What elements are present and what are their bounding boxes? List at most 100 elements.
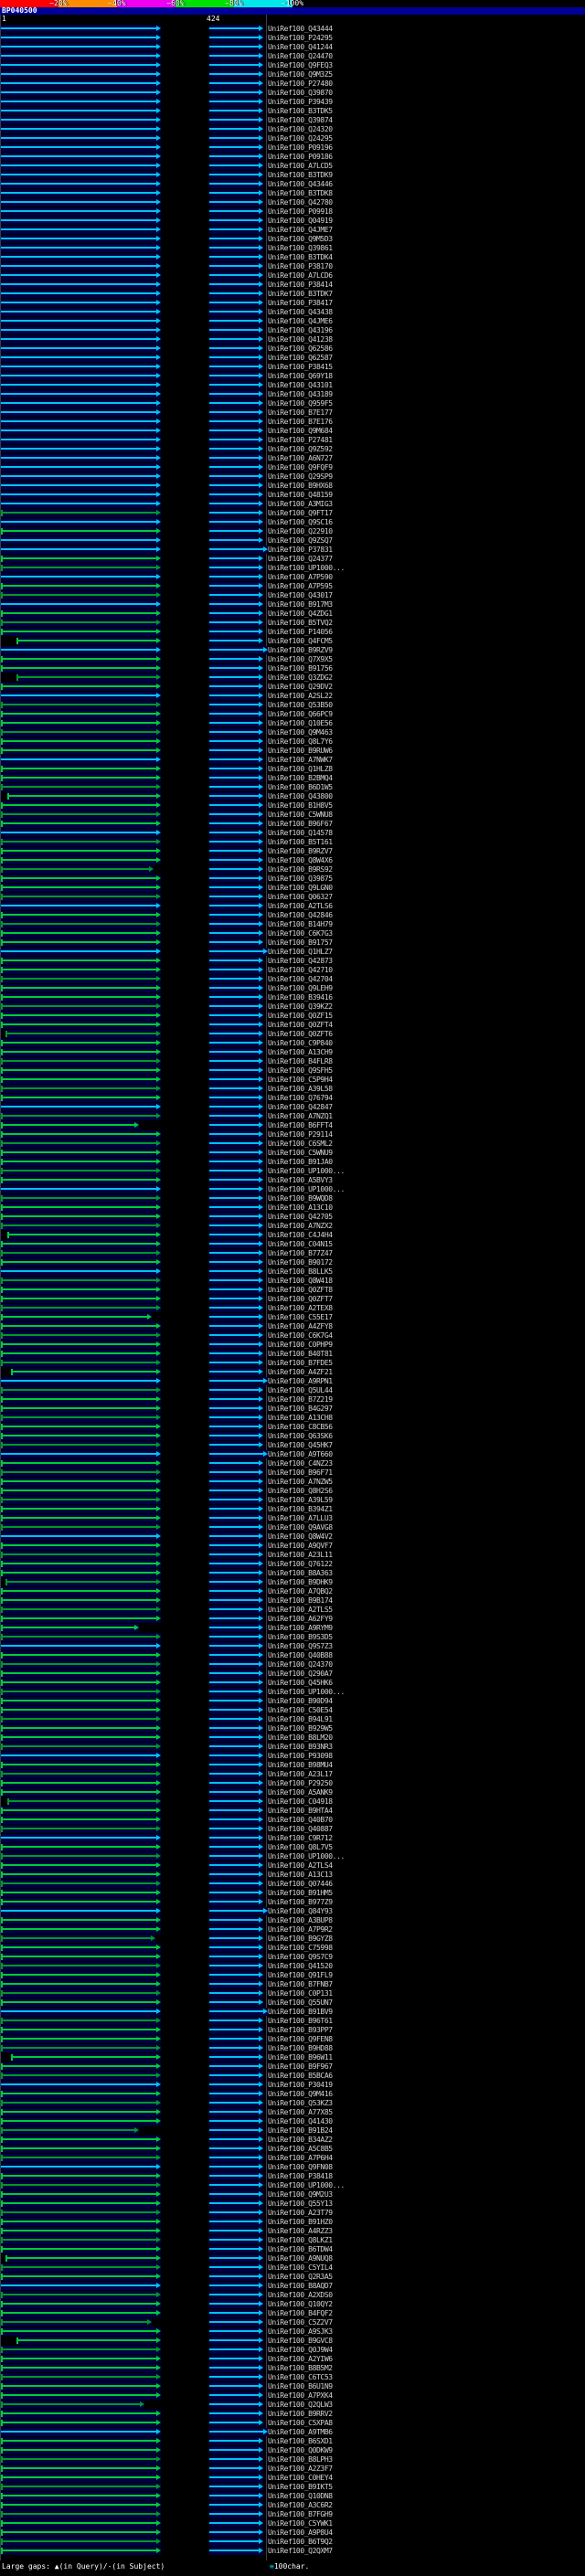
hit-id-link[interactable]: UniRef100_Q8W4X6 [268,856,333,864]
hit-id-link[interactable]: UniRef100_Q69Y18 [268,372,333,380]
alignment-row[interactable]: UniRef100_C5WNU8 [0,811,585,819]
hit-id-link[interactable]: UniRef100_C75998 [268,1944,333,1952]
alignment-row[interactable]: UniRef100_A23T79 [0,2209,585,2217]
hit-id-link[interactable]: UniRef100_Q62586 [268,345,333,353]
alignment-row[interactable]: UniRef100_Q06327 [0,893,585,901]
hit-id-link[interactable]: UniRef100_Q9S7C9 [268,1953,333,1961]
hit-id-link[interactable]: UniRef100_Q24370 [268,1660,333,1669]
alignment-row[interactable]: UniRef100_Q24470 [0,52,585,60]
hit-id-link[interactable]: UniRef100_Q91FL9 [268,1971,333,1979]
hit-id-link[interactable]: UniRef100_P38415 [268,363,333,371]
hit-id-link[interactable]: UniRef100_Q07446 [268,1880,333,1888]
alignment-row[interactable]: UniRef100_P14056 [0,628,585,636]
hit-id-link[interactable]: UniRef100_A6N727 [268,454,333,462]
hit-id-link[interactable]: UniRef100_Q43446 [268,180,333,188]
hit-id-link[interactable]: UniRef100_Q3ZDG2 [268,673,333,682]
hit-id-link[interactable]: UniRef100_Q66PC9 [268,710,333,718]
hit-id-link[interactable]: UniRef100_Q0ZFT4 [268,1021,333,1029]
alignment-row[interactable]: UniRef100_Q9M2U3 [0,2190,585,2199]
hit-id-link[interactable]: UniRef100_Q42705 [268,1213,333,1221]
hit-id-link[interactable]: UniRef100_C5XPA8 [268,2419,333,2427]
hit-id-link[interactable]: UniRef100_A13C13 [268,1871,333,1879]
hit-id-link[interactable]: UniRef100_Q29DV2 [268,683,333,691]
alignment-row[interactable]: UniRef100_C5XPA8 [0,2419,585,2427]
alignment-row[interactable]: UniRef100_Q8L7Y6 [0,737,585,746]
alignment-row[interactable]: UniRef100_A13C13 [0,1871,585,1879]
hit-id-link[interactable]: UniRef100_A2TLS4 [268,1861,333,1870]
hit-id-link[interactable]: UniRef100_A9NUQ8 [268,2254,333,2263]
alignment-row[interactable]: UniRef100_P29114 [0,1130,585,1139]
alignment-row[interactable]: UniRef100_Q8W418 [0,1277,585,1285]
hit-id-link[interactable]: UniRef100_P38170 [268,262,333,270]
alignment-row[interactable]: UniRef100_A2TEX8 [0,1304,585,1312]
hit-id-link[interactable]: UniRef100_B9GYZ8 [268,1935,333,1943]
alignment-row[interactable]: UniRef100_Q9FEQ3 [0,61,585,69]
alignment-row[interactable]: UniRef100_B94L91 [0,1715,585,1723]
alignment-row[interactable]: UniRef100_A4ZFY8 [0,1322,585,1330]
alignment-row[interactable]: UniRef100_Q959F5 [0,399,585,408]
hit-id-link[interactable]: UniRef100_B977Z9 [268,1898,333,1906]
alignment-row[interactable]: UniRef100_UP1000... [0,1167,585,1175]
alignment-row[interactable]: UniRef100_B7E176 [0,418,585,426]
alignment-row[interactable]: UniRef100_B91HM5 [0,1889,585,1897]
hit-id-link[interactable]: UniRef100_Q290A7 [268,1670,333,1678]
hit-id-link[interactable]: UniRef100_Q9AVG8 [268,1523,333,1532]
hit-id-link[interactable]: UniRef100_A9T660 [268,1450,333,1458]
alignment-row[interactable]: UniRef100_B7FGH9 [0,2510,585,2518]
alignment-row[interactable]: UniRef100_B90D94 [0,1697,585,1705]
alignment-row[interactable]: UniRef100_B929W5 [0,1724,585,1733]
alignment-row[interactable]: UniRef100_P39439 [0,98,585,106]
hit-id-link[interactable]: UniRef100_C5WNU8 [268,811,333,819]
hit-id-link[interactable]: UniRef100_Q45HK7 [268,1441,333,1449]
alignment-row[interactable]: UniRef100_P09196 [0,143,585,152]
hit-id-link[interactable]: UniRef100_B91HM5 [268,1889,333,1897]
alignment-row[interactable]: UniRef100_B2BMQ4 [0,774,585,782]
alignment-row[interactable]: UniRef100_Q2R3A5 [0,2273,585,2281]
alignment-row[interactable]: UniRef100_B8LM20 [0,1733,585,1742]
alignment-row[interactable]: UniRef100_A13C10 [0,1203,585,1212]
alignment-row[interactable]: UniRef100_B3TDK9 [0,171,585,179]
alignment-row[interactable]: UniRef100_Q42710 [0,966,585,974]
hit-id-link[interactable]: UniRef100_C6K7G3 [268,929,333,938]
hit-id-link[interactable]: UniRef100_A2TLS6 [268,902,333,910]
alignment-row[interactable]: UniRef100_Q9FN08 [0,2163,585,2171]
hit-id-link[interactable]: UniRef100_B7FDE5 [268,1359,333,1367]
alignment-row[interactable]: UniRef100_C6SML2 [0,1140,585,1148]
alignment-row[interactable]: UniRef100_B93PP7 [0,2026,585,2034]
alignment-row[interactable]: UniRef100_B91HZ0 [0,2218,585,2226]
alignment-row[interactable]: UniRef100_Q8W4X6 [0,856,585,864]
alignment-row[interactable]: UniRef100_B8LLK5 [0,1267,585,1276]
alignment-row[interactable]: UniRef100_C4NZ23 [0,1459,585,1468]
alignment-row[interactable]: UniRef100_B6SXD1 [0,2437,585,2445]
alignment-row[interactable]: UniRef100_Q41430 [0,2117,585,2125]
alignment-row[interactable]: UniRef100_B6TDW4 [0,2245,585,2253]
hit-id-link[interactable]: UniRef100_Q40B88 [268,1651,333,1659]
hit-id-link[interactable]: UniRef100_Q84Y93 [268,1907,333,1915]
hit-id-link[interactable]: UniRef100_P29114 [268,1130,333,1139]
hit-id-link[interactable]: UniRef100_Q45HK6 [268,1679,333,1687]
alignment-row[interactable]: UniRef100_B4FQF2 [0,2309,585,2317]
alignment-row[interactable]: UniRef100_A7P9R2 [0,1925,585,1934]
hit-id-link[interactable]: UniRef100_P38414 [268,281,333,289]
hit-id-link[interactable]: UniRef100_Q39875 [268,875,333,883]
hit-id-link[interactable]: UniRef100_C0HEY4 [268,2474,333,2482]
hit-id-link[interactable]: UniRef100_Q76794 [268,1094,333,1102]
hit-id-link[interactable]: UniRef100_Q76122 [268,1560,333,1568]
alignment-row[interactable]: UniRef100_Q9FQF9 [0,463,585,472]
hit-id-link[interactable]: UniRef100_B9RS92 [268,865,333,874]
hit-id-link[interactable]: UniRef100_Q4JME7 [268,226,333,234]
alignment-row[interactable]: UniRef100_B91757 [0,938,585,947]
alignment-row[interactable]: UniRef100_B4G297 [0,1405,585,1413]
hit-id-link[interactable]: UniRef100_Q9M684 [268,427,333,435]
hit-id-link[interactable]: UniRef100_B917M3 [268,600,333,609]
hit-id-link[interactable]: UniRef100_Q9M463 [268,728,333,737]
hit-id-link[interactable]: UniRef100_A2XDS0 [268,2291,333,2299]
alignment-row[interactable]: UniRef100_Q66PC9 [0,710,585,718]
alignment-row[interactable]: UniRef100_A2SL22 [0,692,585,700]
alignment-row[interactable]: UniRef100_A7P6H4 [0,2154,585,2162]
alignment-row[interactable]: UniRef100_Q8L7V5 [0,1843,585,1851]
alignment-row[interactable]: UniRef100_Q41244 [0,43,585,51]
alignment-row[interactable]: UniRef100_C0HEY4 [0,2474,585,2482]
hit-id-link[interactable]: UniRef100_Q43438 [268,308,333,316]
alignment-row[interactable]: UniRef100_C0P131 [0,1989,585,1998]
